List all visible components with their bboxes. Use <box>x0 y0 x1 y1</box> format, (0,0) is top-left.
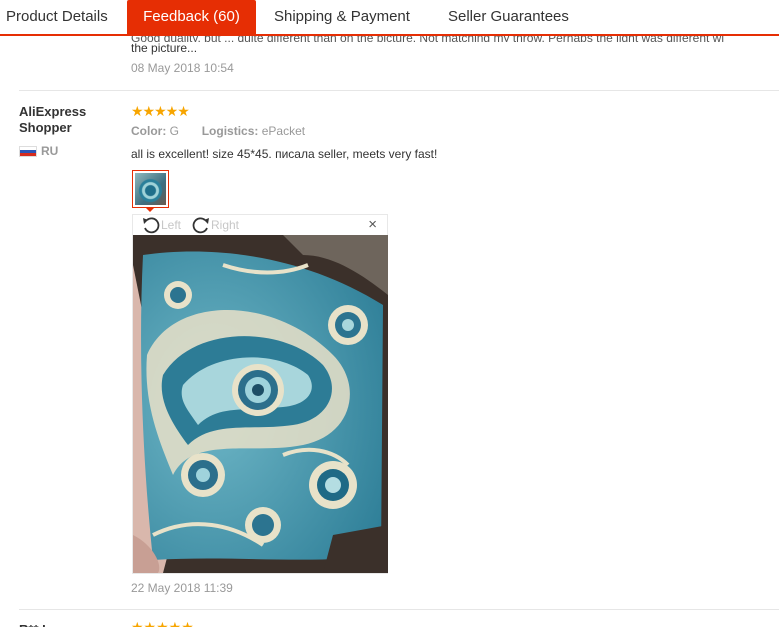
next-rating-stars: ★★★★★ <box>131 622 194 627</box>
rotate-left-icon <box>143 217 160 234</box>
color-value: G <box>169 124 180 138</box>
country-code: RU <box>41 144 59 158</box>
reviewer-country: RU <box>19 144 58 158</box>
photo-viewer-toolbar: Left Right × <box>133 215 387 235</box>
next-reviewer-name: R** L <box>19 622 50 627</box>
review-photo-thumbnail[interactable] <box>132 170 169 208</box>
tab-feedback[interactable]: Feedback (60) <box>127 0 256 36</box>
tab-bar: Product Details Feedback (60) Shipping &… <box>0 0 779 36</box>
color-label: Color: <box>131 124 167 138</box>
review-date: 22 May 2018 11:39 <box>131 581 233 595</box>
rotate-right-button[interactable]: Right <box>191 216 239 234</box>
photo-viewer: Left Right × <box>132 214 388 574</box>
rotate-right-label: Right <box>211 218 240 232</box>
review-photo <box>133 235 388 573</box>
rotate-left-button[interactable]: Left <box>141 216 181 234</box>
rotate-left-label: Left <box>161 218 182 232</box>
logistics-label: Logistics: <box>201 124 259 138</box>
tab-shipping-payment[interactable]: Shipping & Payment <box>274 0 410 34</box>
tab-product-details[interactable]: Product Details <box>6 0 108 34</box>
review-text: all is excellent! size 45*45. писала sel… <box>131 147 438 161</box>
previous-review-text-line: the picture... <box>131 41 198 55</box>
rating-stars: ★★★★★ <box>131 103 190 120</box>
previous-review-text: Good quality, but ... quite different th… <box>131 31 771 56</box>
review-divider <box>19 90 779 91</box>
star-rating: ★★★★★ <box>131 103 190 119</box>
paisley-pillow-image <box>133 235 388 573</box>
close-viewer-button[interactable]: × <box>368 217 377 232</box>
reviewer-name: AliExpress Shopper <box>19 104 87 135</box>
review-attributes: Color: G Logistics: ePacket <box>131 124 305 138</box>
logistics-value: ePacket <box>261 124 306 138</box>
review-divider-2 <box>19 609 779 610</box>
thumbnail-pointer <box>145 207 155 212</box>
russia-flag-icon <box>19 145 37 157</box>
previous-review-date: 08 May 2018 10:54 <box>131 61 234 75</box>
rotate-right-icon <box>192 217 209 234</box>
thumbnail-image <box>135 173 166 205</box>
tab-seller-guarantees[interactable]: Seller Guarantees <box>448 0 569 34</box>
